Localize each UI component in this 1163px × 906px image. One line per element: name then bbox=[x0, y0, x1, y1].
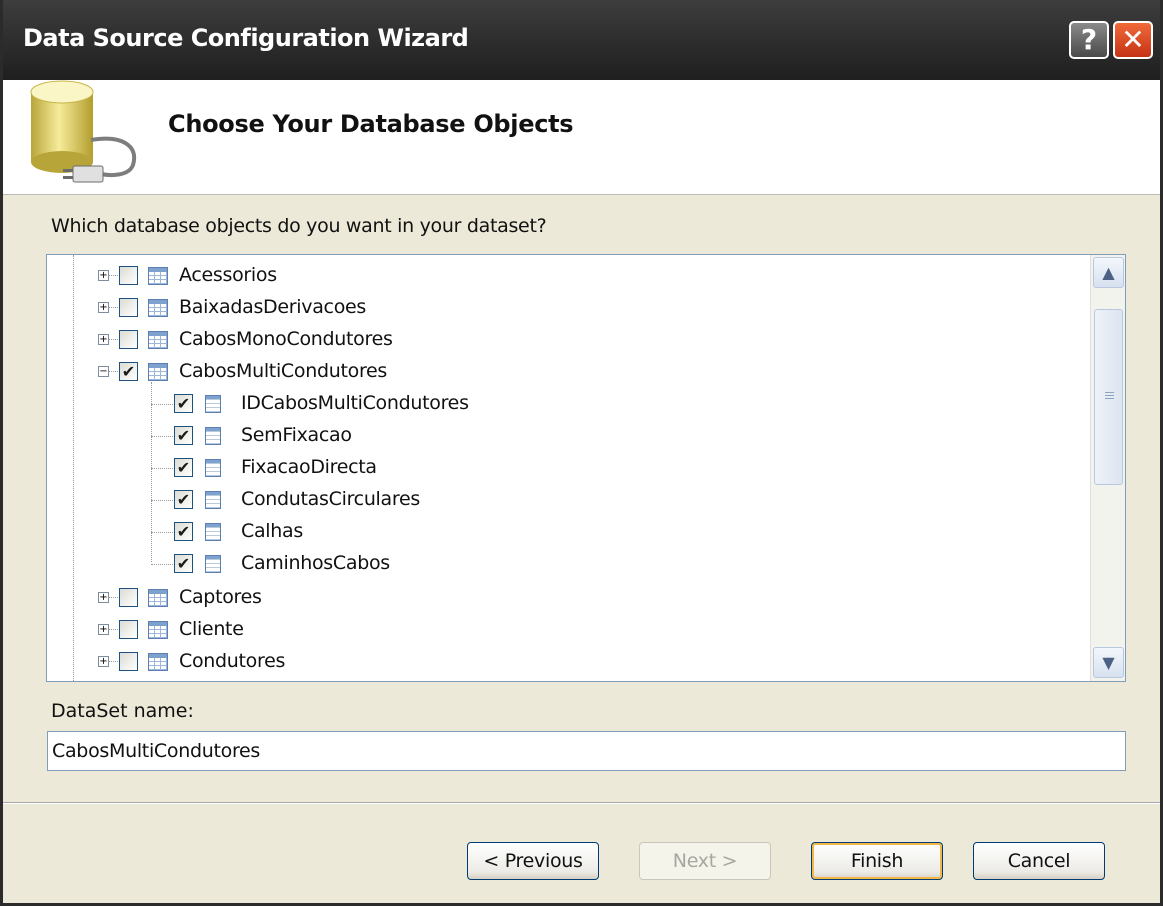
tree-item-cliente[interactable]: + Cliente bbox=[47, 614, 1087, 646]
tree-connector bbox=[151, 436, 173, 437]
expand-button[interactable]: + bbox=[98, 592, 109, 603]
scroll-thumb[interactable] bbox=[1094, 309, 1123, 485]
tree-item-fixacaodirecta[interactable]: ✔ FixacaoDirecta bbox=[47, 452, 1087, 484]
column-icon bbox=[205, 555, 221, 573]
help-button[interactable]: ? bbox=[1069, 21, 1109, 59]
table-icon bbox=[148, 363, 168, 381]
checkbox[interactable] bbox=[119, 330, 138, 349]
tree-item-idcabosmulticondutores[interactable]: ✔ IDCabosMultiCondutores bbox=[47, 388, 1087, 420]
table-icon bbox=[148, 331, 168, 349]
checkbox[interactable] bbox=[119, 298, 138, 317]
tree-connector bbox=[151, 468, 173, 469]
tree-item-label: SemFixacao bbox=[241, 424, 352, 446]
expand-button[interactable]: + bbox=[98, 334, 109, 345]
grip-icon bbox=[1105, 392, 1114, 401]
collapse-button[interactable]: − bbox=[98, 366, 109, 377]
tree-connector bbox=[109, 661, 118, 662]
checkbox[interactable] bbox=[119, 588, 138, 607]
wizard-window: Data Source Configuration Wizard ? ✕ Cho… bbox=[0, 0, 1163, 906]
tree-connector bbox=[151, 404, 173, 405]
database-objects-tree[interactable]: + Acessorios + BaixadasDerivacoes + Cabo… bbox=[46, 254, 1126, 682]
database-plug-icon bbox=[30, 80, 137, 183]
scroll-up-button[interactable]: ▲ bbox=[1093, 257, 1124, 288]
tree-item-cabosmonocondutores[interactable]: + CabosMonoCondutores bbox=[47, 324, 1087, 356]
tree-item-label: BaixadasDerivacoes bbox=[179, 296, 367, 318]
dataset-name-input[interactable] bbox=[47, 731, 1126, 771]
checkbox-checked[interactable]: ✔ bbox=[174, 554, 193, 573]
tree-item-label: Calhas bbox=[241, 520, 303, 542]
tree-item-label: FixacaoDirecta bbox=[241, 456, 377, 478]
expand-button[interactable]: + bbox=[98, 270, 109, 281]
tree-item-label: IDCabosMultiCondutores bbox=[241, 392, 469, 414]
page-title: Choose Your Database Objects bbox=[168, 110, 574, 138]
table-icon bbox=[148, 653, 168, 671]
checkbox[interactable] bbox=[119, 266, 138, 285]
column-icon bbox=[205, 427, 221, 445]
tree-item-label: Captores bbox=[179, 586, 262, 608]
column-icon bbox=[205, 523, 221, 541]
tree-item-label: CabosMonoCondutores bbox=[179, 328, 393, 350]
tree-item-label: CaminhosCabos bbox=[241, 552, 390, 574]
next-button[interactable]: Next > bbox=[639, 842, 771, 880]
footer-divider-highlight bbox=[3, 803, 1160, 804]
objects-prompt: Which database objects do you want in yo… bbox=[51, 215, 547, 237]
expand-button[interactable]: + bbox=[98, 656, 109, 667]
column-icon bbox=[205, 491, 221, 509]
dataset-name-label: DataSet name: bbox=[51, 700, 194, 722]
finish-button[interactable]: Finish bbox=[811, 842, 943, 880]
tree-connector bbox=[109, 339, 118, 340]
column-icon bbox=[205, 459, 221, 477]
tree-item-calhas[interactable]: ✔ Calhas bbox=[47, 516, 1087, 548]
table-icon bbox=[148, 267, 168, 285]
table-icon bbox=[148, 589, 168, 607]
tree-connector bbox=[109, 371, 118, 372]
tree-item-semfixacao[interactable]: ✔ SemFixacao bbox=[47, 420, 1087, 452]
tree-item-condutascirculares[interactable]: ✔ CondutasCirculares bbox=[47, 484, 1087, 516]
checkbox-checked[interactable]: ✔ bbox=[174, 426, 193, 445]
tree-item-captores[interactable]: + Captores bbox=[47, 582, 1087, 614]
tree-item-caminhoscabos[interactable]: ✔ CaminhosCabos bbox=[47, 548, 1087, 580]
checkbox[interactable] bbox=[119, 652, 138, 671]
tree-connector bbox=[109, 629, 118, 630]
table-icon bbox=[148, 621, 168, 639]
tree-item-label: Condutores bbox=[179, 650, 286, 672]
wizard-body: Which database objects do you want in yo… bbox=[3, 195, 1160, 804]
column-icon bbox=[205, 395, 221, 413]
checkbox[interactable] bbox=[119, 620, 138, 639]
tree-item-label: CondutasCirculares bbox=[241, 488, 420, 510]
tree-connector bbox=[151, 532, 173, 533]
expand-button[interactable]: + bbox=[98, 624, 109, 635]
tree-item-acessorios[interactable]: + Acessorios bbox=[47, 260, 1087, 292]
tree-connector bbox=[109, 275, 118, 276]
tree-item-label: Cliente bbox=[179, 618, 244, 640]
tree-item-baixadasderivacoes[interactable]: + BaixadasDerivacoes bbox=[47, 292, 1087, 324]
tree-connector bbox=[109, 307, 118, 308]
checkbox-checked[interactable]: ✔ bbox=[174, 522, 193, 541]
close-button[interactable]: ✕ bbox=[1113, 21, 1153, 59]
tree-vertical-scrollbar[interactable]: ▲ ▼ bbox=[1090, 255, 1125, 681]
expand-button[interactable]: + bbox=[98, 302, 109, 313]
checkbox-checked[interactable]: ✔ bbox=[174, 458, 193, 477]
checkbox-checked[interactable]: ✔ bbox=[174, 490, 193, 509]
table-icon bbox=[148, 299, 168, 317]
tree-item-cabosmulticondutores[interactable]: − ✔ CabosMultiCondutores bbox=[47, 356, 1087, 388]
window-title: Data Source Configuration Wizard bbox=[23, 24, 469, 52]
checkbox-checked[interactable]: ✔ bbox=[119, 362, 138, 381]
cancel-button[interactable]: Cancel bbox=[973, 842, 1105, 880]
scroll-down-button[interactable]: ▼ bbox=[1093, 647, 1124, 678]
tree-connector bbox=[109, 597, 118, 598]
wizard-header: Choose Your Database Objects bbox=[3, 80, 1160, 195]
tree-connector bbox=[151, 564, 173, 565]
title-bar[interactable]: Data Source Configuration Wizard ? ✕ bbox=[3, 0, 1160, 80]
tree-connector bbox=[151, 500, 173, 501]
previous-button[interactable]: < Previous bbox=[467, 842, 599, 880]
tree-item-condutores[interactable]: + Condutores bbox=[47, 646, 1087, 678]
tree-item-label: CabosMultiCondutores bbox=[179, 360, 388, 382]
checkbox-checked[interactable]: ✔ bbox=[174, 394, 193, 413]
tree-item-label: Acessorios bbox=[179, 264, 277, 286]
